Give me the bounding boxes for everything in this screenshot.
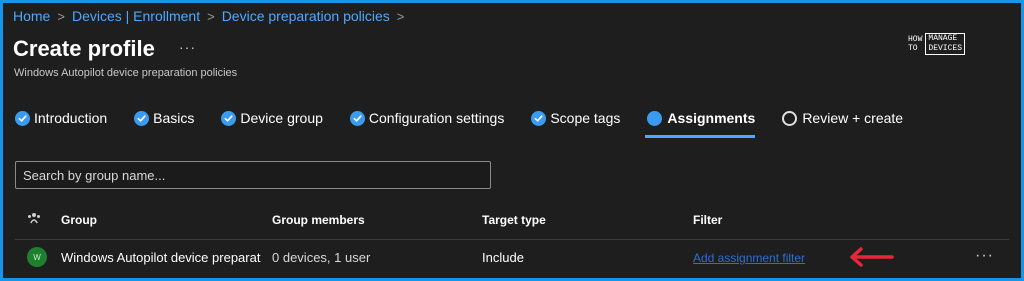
logo-manage-devices: MANAGE DEVICES xyxy=(925,33,966,55)
tab-review-create[interactable]: Review + create xyxy=(782,103,903,133)
wizard-steps: Introduction Basics Device group Configu… xyxy=(15,103,930,139)
breadcrumb-home[interactable]: Home xyxy=(13,8,50,24)
tab-label: Scope tags xyxy=(550,110,621,126)
red-arrow-annotation xyxy=(850,247,894,267)
breadcrumb-separator: > xyxy=(57,8,65,24)
check-circle-icon xyxy=(349,110,365,126)
search-input[interactable] xyxy=(16,162,490,188)
breadcrumb-separator: > xyxy=(396,8,405,24)
table-header: Group Group members Target type Filter xyxy=(15,208,1009,234)
check-circle-icon xyxy=(221,110,237,126)
breadcrumb-separator: > xyxy=(207,8,215,24)
tab-label: Device group xyxy=(240,110,323,126)
breadcrumb-device-preparation-policies[interactable]: Device preparation policies xyxy=(222,8,390,24)
tab-basics[interactable]: Basics xyxy=(134,103,194,133)
search-box xyxy=(15,161,491,189)
breadcrumb: Home > Devices | Enrollment > Device pre… xyxy=(13,8,411,24)
current-step-icon xyxy=(647,110,663,126)
tab-device-group[interactable]: Device group xyxy=(221,103,323,133)
page-subtitle: Windows Autopilot device preparation pol… xyxy=(14,67,238,79)
group-avatar: W xyxy=(27,247,47,267)
logo-how-to: HOW TO xyxy=(908,35,923,53)
check-circle-icon xyxy=(134,110,150,126)
check-circle-icon xyxy=(531,110,547,126)
column-header-filter[interactable]: Filter xyxy=(693,213,722,227)
window-frame: Home > Devices | Enrollment > Device pre… xyxy=(0,0,1024,281)
check-circle-icon xyxy=(15,110,30,126)
group-type-icon xyxy=(27,212,41,227)
brand-logo: HOW TO MANAGE DEVICES xyxy=(908,31,986,57)
target-type: Include xyxy=(482,250,524,265)
table-divider xyxy=(15,239,1009,240)
page-title: Create profile xyxy=(13,36,155,61)
group-name: Windows Autopilot device preparati xyxy=(61,250,261,265)
row-more-options-button[interactable]: ··· xyxy=(975,247,994,265)
add-assignment-filter-link[interactable]: Add assignment filter xyxy=(693,251,805,265)
tab-configuration-settings[interactable]: Configuration settings xyxy=(349,103,505,133)
tab-label: Configuration settings xyxy=(368,110,505,126)
tab-label: Review + create xyxy=(802,110,904,126)
tab-label: Assignments xyxy=(667,110,756,126)
pending-step-icon xyxy=(782,110,798,126)
tab-introduction[interactable]: Introduction xyxy=(15,103,107,133)
column-header-target-type[interactable]: Target type xyxy=(482,213,546,227)
tab-label: Basics xyxy=(153,110,195,126)
column-header-group-members[interactable]: Group members xyxy=(272,213,365,227)
breadcrumb-devices-enrollment[interactable]: Devices | Enrollment xyxy=(72,8,200,24)
column-header-group[interactable]: Group xyxy=(61,213,97,227)
tab-scope-tags[interactable]: Scope tags xyxy=(531,103,620,133)
group-members: 0 devices, 1 user xyxy=(272,250,371,265)
more-options-button[interactable]: ··· xyxy=(179,39,196,55)
tab-assignments[interactable]: Assignments xyxy=(645,103,756,138)
tab-label: Introduction xyxy=(34,110,108,126)
